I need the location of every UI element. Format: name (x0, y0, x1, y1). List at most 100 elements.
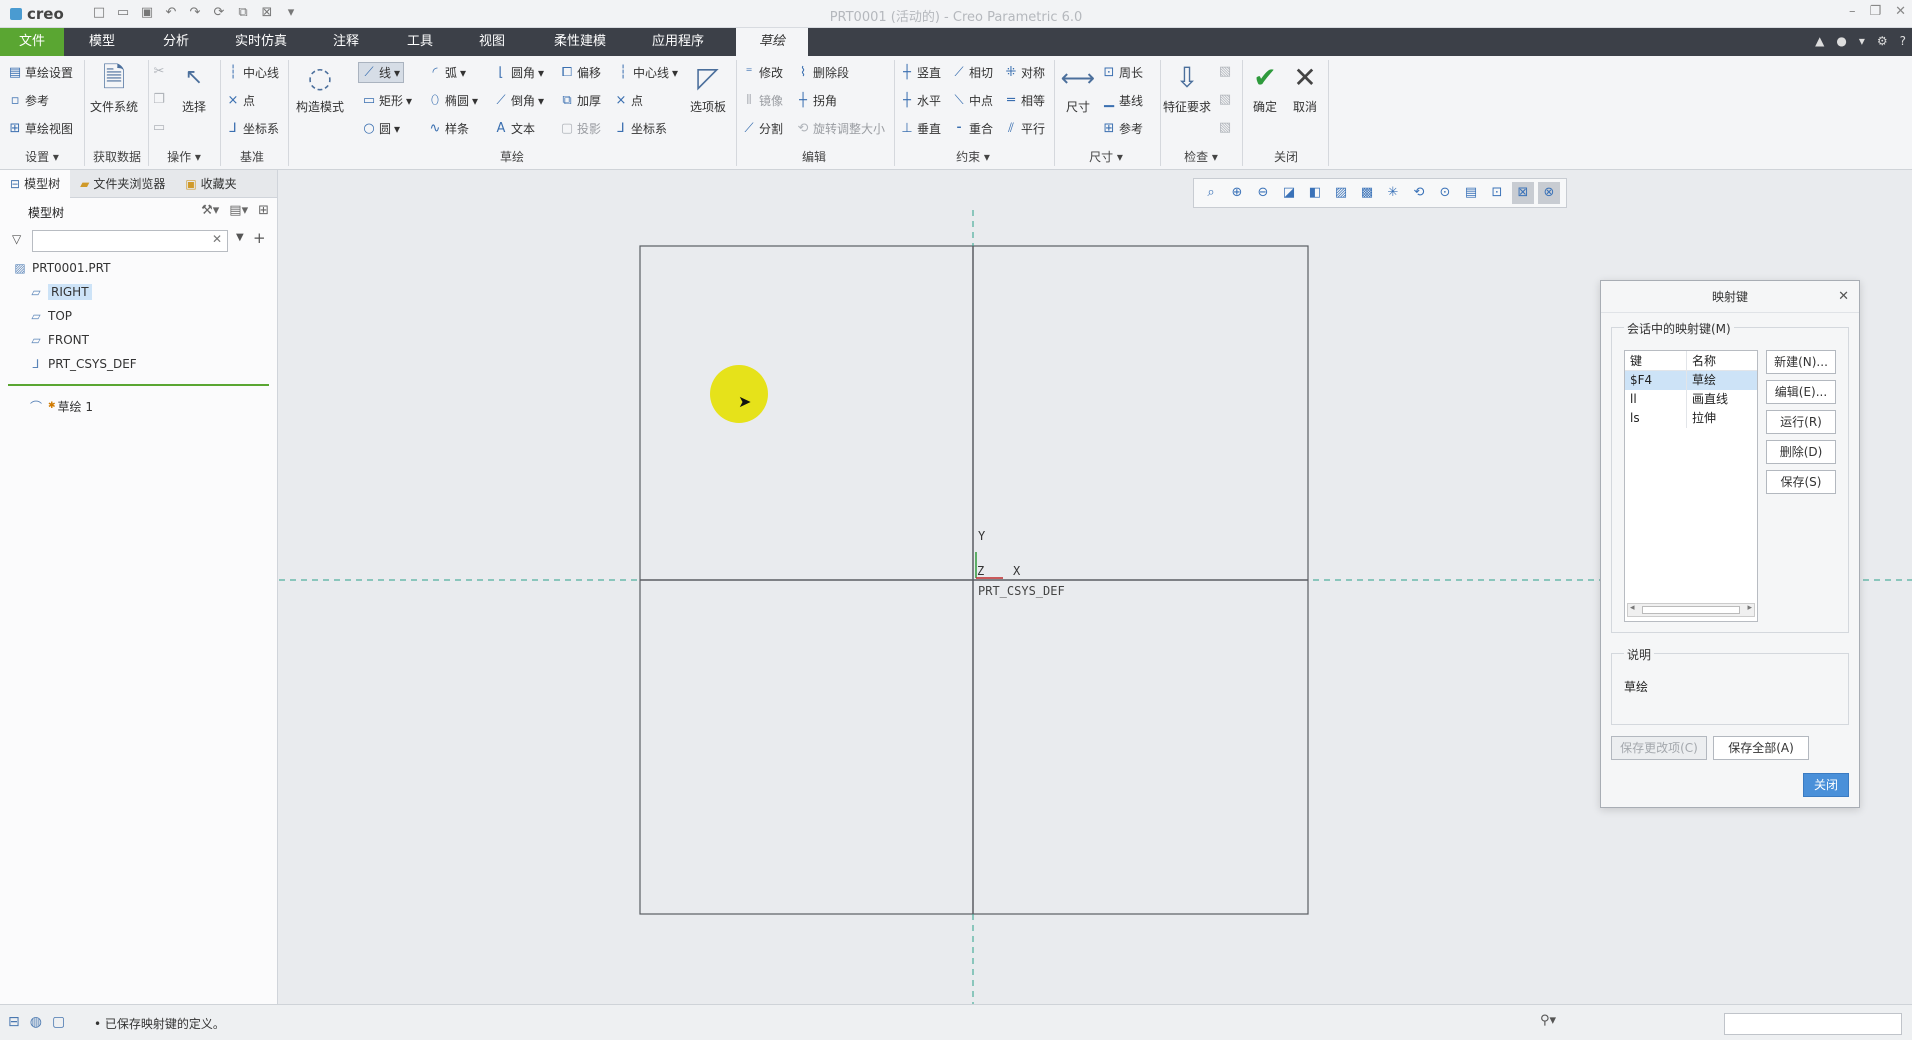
file-system-button[interactable]: 🗎 文件系统 (88, 58, 140, 115)
copy-button[interactable]: ❐ (152, 92, 166, 107)
display-style-icon[interactable]: ◧ (1304, 182, 1326, 204)
save-changed-button[interactable]: 保存更改项(C) (1611, 736, 1707, 760)
datum-point-button[interactable]: × 点 (226, 92, 255, 109)
tab-sketch[interactable]: 草绘 (736, 28, 808, 56)
cancel-button[interactable]: ✕ 取消 (1288, 58, 1322, 115)
dimension-display-icon[interactable]: ⊠ (1512, 182, 1534, 204)
inspect-tool-1-button[interactable]: ▧ (1218, 64, 1232, 79)
perimeter-button[interactable]: ⊡ 周长 (1102, 64, 1143, 81)
datum-csys-button[interactable]: ⅃ 坐标系 (226, 120, 279, 137)
thicken-button[interactable]: ⧉ 加厚 (560, 92, 601, 109)
tab-favorites[interactable]: ▣ 收藏夹 (175, 170, 246, 198)
ok-button[interactable]: ✔ 确定 (1248, 58, 1282, 115)
tree-item-sketch[interactable]: ⌒ ✱ 草绘 1 (0, 394, 277, 418)
horizontal-constraint-button[interactable]: ┼ 水平 (900, 92, 941, 109)
tree-filter-icon[interactable]: ⊞ (258, 203, 269, 218)
sketch-view-icon[interactable]: ▤ (1460, 182, 1482, 204)
circle-button[interactable]: ○ 圆 ▾ (362, 120, 400, 137)
tab-flexible-modeling[interactable]: 柔性建模 (538, 28, 622, 56)
zoom-out-icon[interactable]: ⊖ (1252, 182, 1274, 204)
edit-mapkey-button[interactable]: 编辑(E)... (1766, 380, 1836, 404)
divide-button[interactable]: ⟋ 分割 (742, 120, 783, 137)
sketch-view-button[interactable]: ⊞ 草绘视图 (8, 120, 73, 137)
fullscreen-icon[interactable]: ▢ (52, 1014, 65, 1030)
group-setup[interactable]: 设置 ▾ (10, 148, 74, 165)
mirror-button[interactable]: ⫴ 镜像 (742, 92, 783, 109)
table-row[interactable]: $F4 草绘 (1625, 371, 1757, 390)
sketch-setup-button[interactable]: ▤ 草绘设置 (8, 64, 73, 81)
navigator-toggle-icon[interactable]: ⊟ (8, 1014, 20, 1030)
tree-item-top[interactable]: ▱ TOP (0, 304, 277, 328)
group-operations[interactable]: 操作 ▾ (152, 148, 216, 165)
tree-item-right[interactable]: ▱ RIGHT (0, 280, 277, 304)
vertical-constraint-button[interactable]: ┼ 竖直 (900, 64, 941, 81)
tree-search-input[interactable] (32, 230, 228, 252)
baseline-button[interactable]: ▁ 基线 (1102, 92, 1143, 109)
tab-applications[interactable]: 应用程序 (628, 28, 728, 56)
save-all-button[interactable]: 保存全部(A) (1713, 736, 1809, 760)
add-filter-icon[interactable]: + (253, 229, 266, 247)
corner-button[interactable]: ┼ 拐角 (796, 92, 837, 109)
dimension-button[interactable]: ⟷ 尺寸 (1060, 58, 1096, 115)
constraint-display-icon[interactable]: ⊗ (1538, 182, 1560, 204)
sketch-centerline-button[interactable]: ┆ 中心线 ▾ (616, 64, 678, 81)
user-icon[interactable]: ● (1836, 34, 1846, 48)
minimize-icon[interactable]: – (1849, 4, 1856, 19)
tab-model[interactable]: 模型 (66, 28, 138, 56)
horizontal-scrollbar[interactable]: ◂ ▸ (1627, 603, 1755, 617)
parallel-constraint-button[interactable]: ⫽ 平行 (1004, 120, 1045, 137)
help-icon[interactable]: ? (1900, 34, 1906, 48)
restore-icon[interactable]: ❐ (1869, 4, 1881, 19)
rectangle-button[interactable]: ▭ 矩形 ▾ (362, 92, 412, 109)
sketch-point-button[interactable]: × 点 (614, 92, 643, 109)
tree-item-front[interactable]: ▱ FRONT (0, 328, 277, 352)
tree-show-icon[interactable]: ▤▾ (229, 203, 248, 218)
clear-filter-icon[interactable]: ✕ (212, 232, 222, 246)
refit-icon[interactable]: ⌕ (1200, 182, 1222, 204)
sketch-csys-button[interactable]: ⅃ 坐标系 (614, 120, 667, 137)
view-manager-icon[interactable]: ▩ (1356, 182, 1378, 204)
dimension-reference-button[interactable]: ⊞ 参考 (1102, 120, 1143, 137)
run-mapkey-button[interactable]: 运行(R) (1766, 410, 1836, 434)
datum-centerline-button[interactable]: ┆ 中心线 (226, 64, 279, 81)
group-inspect[interactable]: 检查 ▾ (1164, 148, 1238, 165)
perpendicular-constraint-button[interactable]: ⊥ 垂直 (900, 120, 941, 137)
midpoint-constraint-button[interactable]: ⟍ 中点 (952, 92, 993, 109)
saved-orientations-icon[interactable]: ▨ (1330, 182, 1352, 204)
close-icon[interactable]: ✕ (1895, 4, 1906, 19)
scrollbar-thumb[interactable] (1642, 606, 1740, 614)
arc-button[interactable]: ◜ 弧 ▾ (428, 64, 466, 81)
palette-button[interactable]: ◸ 选项板 (686, 58, 730, 115)
tab-analysis[interactable]: 分析 (140, 28, 212, 56)
offset-button[interactable]: ⧠ 偏移 (560, 64, 601, 81)
zoom-in-icon[interactable]: ⊕ (1226, 182, 1248, 204)
tree-settings-icon[interactable]: ⚒▾ (201, 203, 219, 218)
group-constrain[interactable]: 约束 ▾ (898, 148, 1048, 165)
cut-button[interactable]: ✂ (152, 64, 166, 79)
spline-button[interactable]: ∿ 样条 (428, 120, 469, 137)
close-icon[interactable]: ✕ (1838, 281, 1849, 313)
modify-button[interactable]: ⁼ 修改 (742, 64, 783, 81)
tab-tools[interactable]: 工具 (384, 28, 456, 56)
paste-button[interactable]: ▭ (152, 120, 166, 135)
selection-filter-select[interactable] (1724, 1013, 1902, 1035)
tab-live-simulation[interactable]: 实时仿真 (218, 28, 304, 56)
reference-button[interactable]: ▫ 参考 (8, 92, 49, 109)
line-button[interactable]: ⟋ 线 ▾ (358, 62, 405, 83)
text-button[interactable]: A 文本 (494, 120, 535, 137)
annotation-display-icon[interactable]: ⟲ (1408, 182, 1430, 204)
inspect-tool-3-button[interactable]: ▧ (1218, 120, 1232, 135)
table-row[interactable]: ls 拉伸 (1625, 409, 1757, 428)
filter-dropdown-icon[interactable]: ▼ (236, 232, 244, 243)
spin-center-icon[interactable]: ⊙ (1434, 182, 1456, 204)
settings-icon[interactable]: ⚙ (1877, 34, 1888, 48)
symmetric-constraint-button[interactable]: ⁜ 对称 (1004, 64, 1045, 81)
tab-file[interactable]: 文件 (0, 28, 64, 56)
tangent-constraint-button[interactable]: ⟋ 相切 (952, 64, 993, 81)
fillet-button[interactable]: ⌊ 圆角 ▾ (494, 64, 544, 81)
sketcher-display-icon[interactable]: ⊡ (1486, 182, 1508, 204)
chamfer-button[interactable]: ⟋ 倒角 ▾ (494, 92, 544, 109)
project-button[interactable]: ▢ 投影 (560, 120, 601, 137)
display-options-icon[interactable]: ▾ (1859, 34, 1865, 48)
equal-constraint-button[interactable]: ═ 相等 (1004, 92, 1045, 109)
